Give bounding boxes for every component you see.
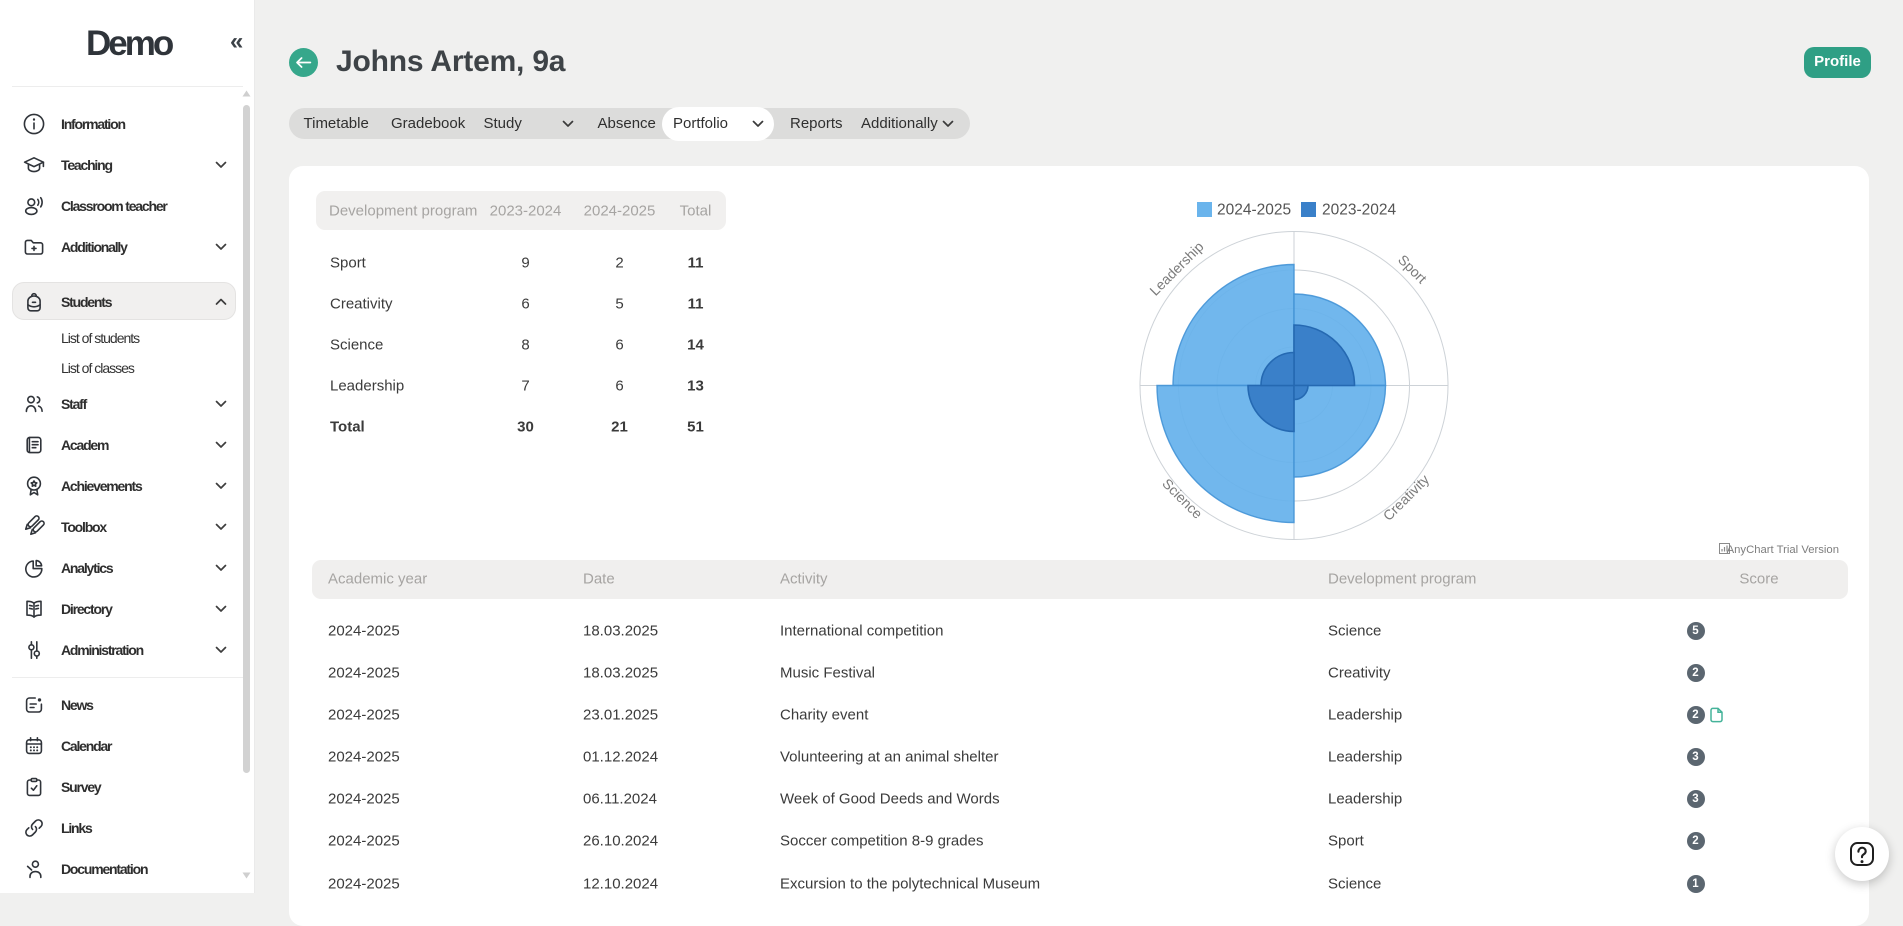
- svg-text:Sport: Sport: [1395, 251, 1430, 286]
- svg-text:Creativity: Creativity: [1380, 471, 1433, 524]
- svg-text:AnyChart Trial Version: AnyChart Trial Version: [1727, 544, 1839, 556]
- svg-text:2023-2024: 2023-2024: [1322, 202, 1397, 219]
- svg-text:2024-2025: 2024-2025: [1217, 202, 1291, 219]
- svg-text:Leadership: Leadership: [1146, 238, 1206, 298]
